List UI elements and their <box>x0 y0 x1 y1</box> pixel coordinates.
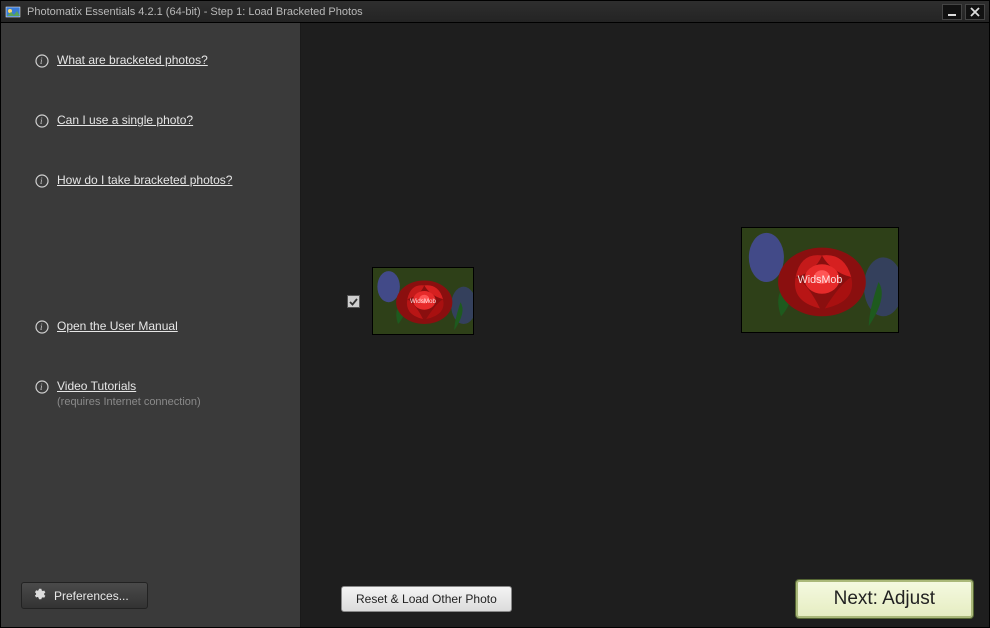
help-link-how-take-bracketed[interactable]: How do I take bracketed photos? <box>57 173 232 187</box>
svg-text:WidsMob: WidsMob <box>798 274 843 286</box>
info-icon: i <box>35 380 49 397</box>
help-link-what-are-bracketed[interactable]: What are bracketed photos? <box>57 53 208 67</box>
svg-text:WidsMob: WidsMob <box>410 298 437 305</box>
svg-text:i: i <box>40 176 43 186</box>
main-panel: WidsMob <box>301 23 989 627</box>
help-sub-internet-required: (requires Internet connection) <box>57 396 201 408</box>
info-icon: i <box>35 174 49 191</box>
thumbnail-row: WidsMob <box>347 267 474 335</box>
app-body: i What are bracketed photos? i Can I use… <box>1 23 989 627</box>
svg-text:i: i <box>40 322 43 332</box>
next-adjust-button[interactable]: Next: Adjust <box>796 580 973 618</box>
svg-text:i: i <box>40 56 43 66</box>
thumbnail-checkbox[interactable] <box>347 295 360 308</box>
help-item-bracketed-photos: i What are bracketed photos? <box>35 53 278 71</box>
photo-thumbnail[interactable]: WidsMob <box>372 267 474 335</box>
window-title: Photomatix Essentials 4.2.1 (64-bit) - S… <box>27 6 942 18</box>
sidebar: i What are bracketed photos? i Can I use… <box>1 23 301 627</box>
svg-text:i: i <box>40 382 43 392</box>
info-icon: i <box>35 320 49 337</box>
help-item-user-manual: i Open the User Manual <box>35 319 278 337</box>
help-link-user-manual[interactable]: Open the User Manual <box>57 319 178 333</box>
help-item-video-tutorials: i Video Tutorials (requires Internet con… <box>35 379 278 408</box>
preferences-button[interactable]: Preferences... <box>21 582 148 609</box>
reset-load-button[interactable]: Reset & Load Other Photo <box>341 586 512 612</box>
title-bar: Photomatix Essentials 4.2.1 (64-bit) - S… <box>1 1 989 23</box>
preferences-label: Preferences... <box>54 589 129 603</box>
help-list: i What are bracketed photos? i Can I use… <box>1 23 300 570</box>
window-controls <box>942 4 985 20</box>
app-window: Photomatix Essentials 4.2.1 (64-bit) - S… <box>0 0 990 628</box>
help-link-single-photo[interactable]: Can I use a single photo? <box>57 113 193 127</box>
gear-icon <box>32 587 46 604</box>
info-icon: i <box>35 54 49 71</box>
help-item-single-photo: i Can I use a single photo? <box>35 113 278 131</box>
svg-text:i: i <box>40 116 43 126</box>
photo-preview: WidsMob <box>741 227 899 333</box>
info-icon: i <box>35 114 49 131</box>
help-item-how-take: i How do I take bracketed photos? <box>35 173 278 191</box>
minimize-button[interactable] <box>942 4 962 20</box>
help-link-video-tutorials[interactable]: Video Tutorials <box>57 379 201 393</box>
main-footer: Reset & Load Other Photo Next: Adjust <box>301 571 989 627</box>
sidebar-footer: Preferences... <box>1 570 300 627</box>
preview-area: WidsMob <box>301 23 989 571</box>
close-button[interactable] <box>965 4 985 20</box>
app-icon <box>5 4 21 20</box>
